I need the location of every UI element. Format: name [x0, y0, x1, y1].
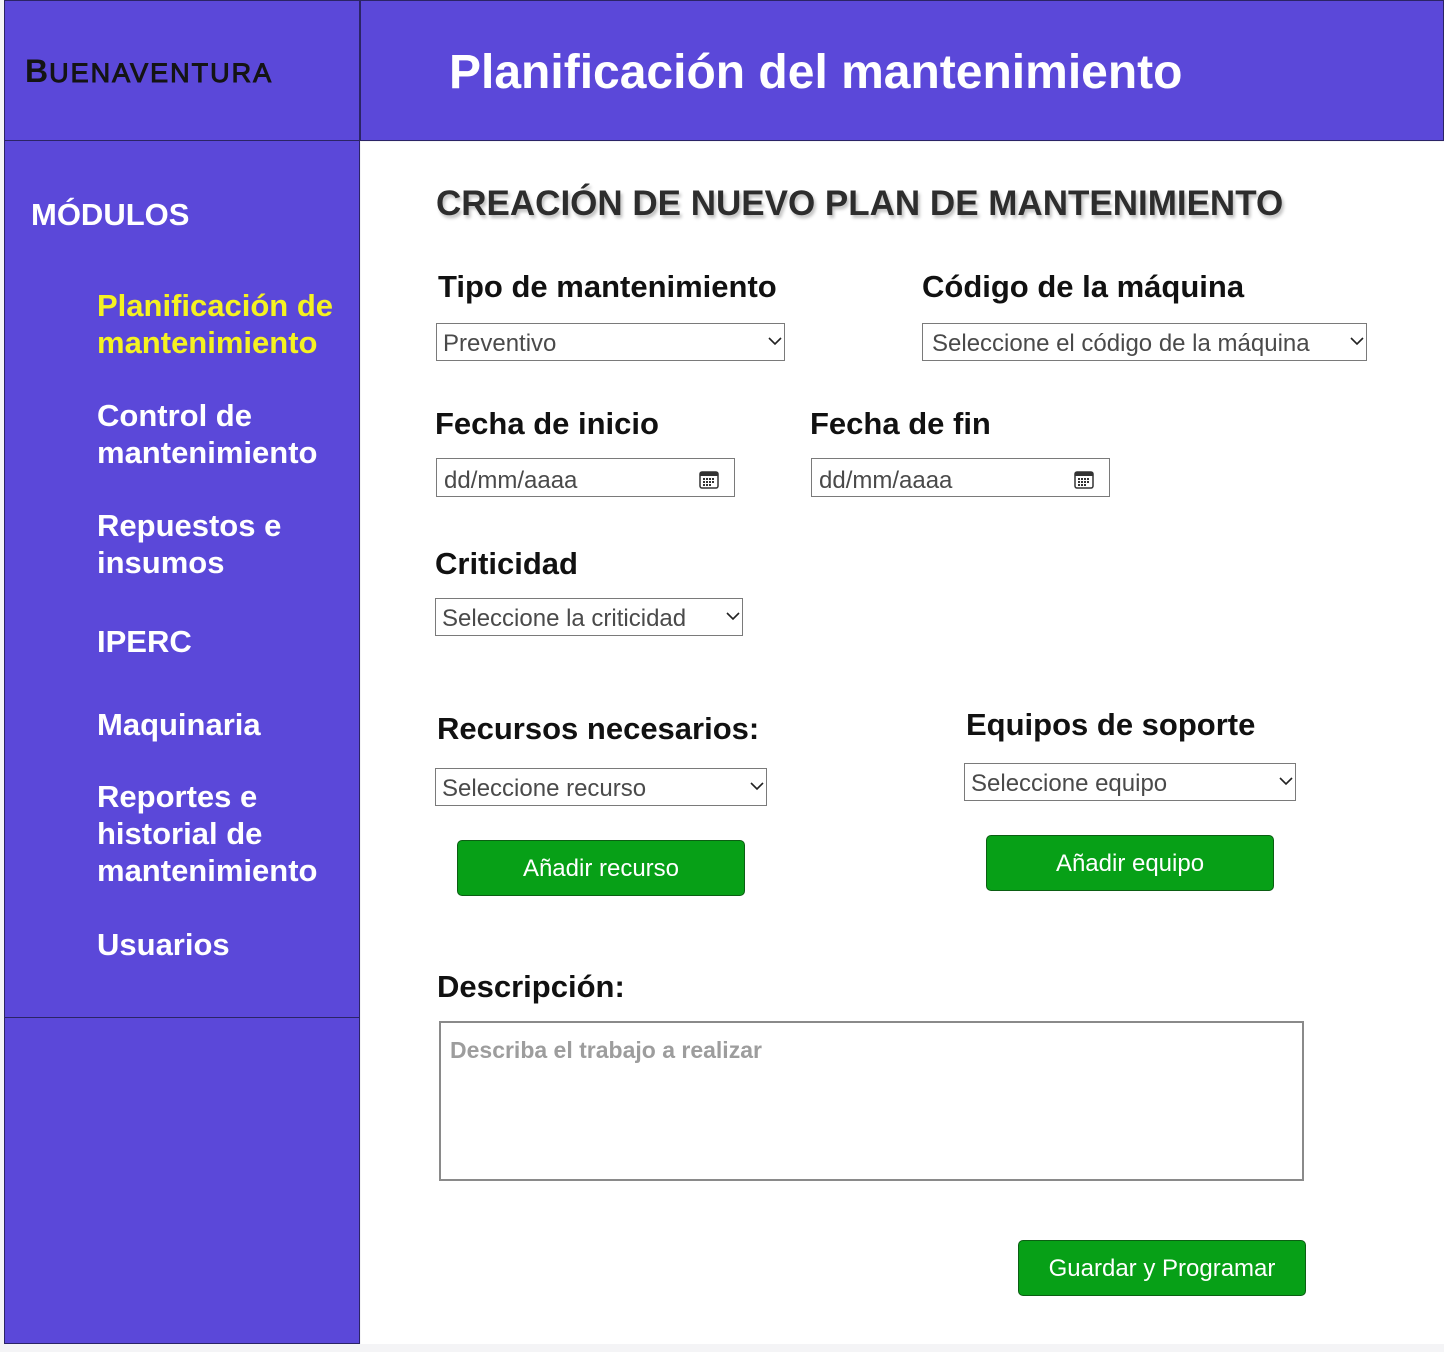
- main-content: CREACIÓN DE NUEVO PLAN DE MANTENIMIENTO …: [361, 142, 1444, 1344]
- start-date-label: Fecha de inicio: [435, 406, 659, 441]
- resources-label: Recursos necesarios:: [437, 711, 760, 746]
- criticality-label: Criticidad: [435, 546, 578, 581]
- logo-wordmark: UENAVENTURA: [49, 58, 274, 89]
- description-textarea[interactable]: [439, 1021, 1304, 1181]
- calendar-icon[interactable]: [699, 468, 719, 496]
- sidebar-footer: [4, 1017, 360, 1344]
- machine-code-select[interactable]: Seleccione el código de la máquina: [922, 323, 1367, 361]
- chevron-down-icon: [1279, 771, 1293, 791]
- add-resource-button[interactable]: Añadir recurso: [457, 840, 745, 896]
- logo: BUENAVENTURA: [25, 53, 273, 90]
- sidebar-item-usuarios[interactable]: Usuarios: [97, 926, 347, 963]
- sidebar-item-planificacion[interactable]: Planificación de mantenimiento: [97, 287, 347, 361]
- sidebar-item-repuestos[interactable]: Repuestos e insumos: [97, 507, 347, 581]
- logo-initial: B: [25, 53, 50, 89]
- maintenance-type-label: Tipo de mantenimiento: [438, 269, 777, 304]
- save-and-schedule-button[interactable]: Guardar y Programar: [1018, 1240, 1306, 1296]
- sidebar-item-control[interactable]: Control de mantenimiento: [97, 397, 347, 471]
- description-label: Descripción:: [437, 969, 625, 1004]
- header-bar: Planificación del mantenimiento: [360, 0, 1444, 141]
- sidebar-title: MÓDULOS: [31, 197, 190, 232]
- maintenance-type-select[interactable]: Preventivo: [436, 323, 785, 361]
- maintenance-type-value: Preventivo: [443, 330, 557, 357]
- logo-panel: BUENAVENTURA: [4, 0, 360, 141]
- page-title: Planificación del mantenimiento: [449, 46, 1183, 99]
- chevron-down-icon: [768, 331, 782, 351]
- resources-select[interactable]: Seleccione recurso: [435, 768, 767, 806]
- calendar-icon[interactable]: [1074, 468, 1094, 496]
- criticality-value: Seleccione la criticidad: [442, 605, 687, 632]
- sidebar: MÓDULOS Planificación de mantenimiento C…: [4, 141, 360, 1018]
- support-equipment-value: Seleccione equipo: [971, 770, 1168, 797]
- sidebar-item-reportes[interactable]: Reportes e historial de mantenimiento: [97, 778, 347, 889]
- add-equipment-button[interactable]: Añadir equipo: [986, 835, 1274, 891]
- end-date-placeholder: dd/mm/aaaa: [819, 467, 953, 494]
- chevron-down-icon: [750, 776, 764, 796]
- support-equipment-label: Equipos de soporte: [966, 707, 1256, 742]
- start-date-placeholder: dd/mm/aaaa: [444, 467, 578, 494]
- end-date-input[interactable]: dd/mm/aaaa: [811, 458, 1110, 497]
- machine-code-value: Seleccione el código de la máquina: [932, 330, 1310, 357]
- chevron-down-icon: [1350, 331, 1364, 351]
- chevron-down-icon: [726, 606, 740, 626]
- support-equipment-select[interactable]: Seleccione equipo: [964, 763, 1296, 801]
- machine-code-label: Código de la máquina: [922, 269, 1245, 304]
- sidebar-item-maquinaria[interactable]: Maquinaria: [97, 706, 347, 743]
- resources-value: Seleccione recurso: [442, 775, 647, 802]
- form-title: CREACIÓN DE NUEVO PLAN DE MANTENIMIENTO: [436, 184, 1284, 223]
- criticality-select[interactable]: Seleccione la criticidad: [435, 598, 743, 636]
- start-date-input[interactable]: dd/mm/aaaa: [436, 458, 735, 497]
- sidebar-item-iperc[interactable]: IPERC: [97, 623, 347, 660]
- end-date-label: Fecha de fin: [810, 406, 991, 441]
